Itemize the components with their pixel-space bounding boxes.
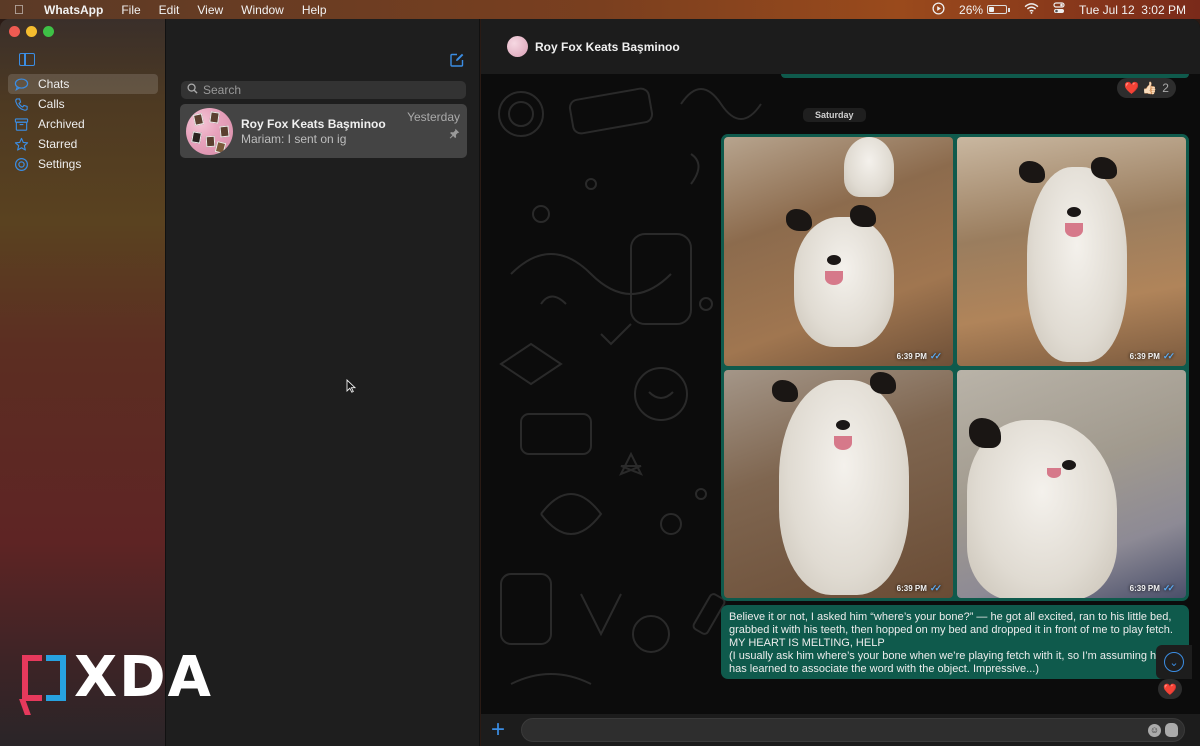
clock-datetime[interactable]: Tue Jul 12 3:02 PM xyxy=(1079,3,1186,17)
pin-icon xyxy=(407,128,460,142)
read-receipt-icon: ✓✓ xyxy=(929,350,942,361)
sidebar-item-label: Archived xyxy=(38,117,85,131)
menu-edit[interactable]: Edit xyxy=(159,3,180,17)
photo-thumbnail[interactable]: 6:39 PM ✓✓ xyxy=(724,137,953,366)
outgoing-message-bubble[interactable]: Believe it or not, I asked him “where’s … xyxy=(721,605,1189,679)
play-circle-icon[interactable] xyxy=(932,1,945,18)
photo-timestamp: 6:39 PM ✓✓ xyxy=(1129,583,1175,593)
message-text-continued: (I usually ask him where’s your bone whe… xyxy=(729,650,1163,675)
xda-watermark: XDA xyxy=(22,650,213,706)
chat-timestamp: Yesterday xyxy=(407,110,460,124)
photo-thumbnail[interactable]: 6:39 PM ✓✓ xyxy=(957,137,1186,366)
message-reactions[interactable]: ❤️ 👍🏻 2 xyxy=(1117,78,1176,98)
sidebar-item-starred[interactable]: Starred xyxy=(8,134,158,154)
read-receipt-icon: ✓✓ xyxy=(1162,583,1175,593)
sidebar-toggle-icon[interactable] xyxy=(19,53,35,66)
photo-album-message[interactable]: 6:39 PM ✓✓ 6:39 PM ✓✓ 6:39 PM ✓✓ 6:39 PM… xyxy=(721,134,1189,601)
wifi-icon[interactable] xyxy=(1024,2,1039,17)
emoji-icon[interactable]: ☺ xyxy=(1148,723,1161,737)
menu-file[interactable]: File xyxy=(121,3,140,17)
minimize-window-button[interactable] xyxy=(26,26,37,37)
xda-logo-text: XDA xyxy=(74,645,213,710)
close-window-button[interactable] xyxy=(9,26,20,37)
sidebar-item-calls[interactable]: Calls xyxy=(8,94,158,114)
conversation-header[interactable]: Roy Fox Keats Başminoo xyxy=(481,19,1200,74)
menu-help[interactable]: Help xyxy=(302,3,327,17)
photo-timestamp: 6:39 PM ✓✓ xyxy=(896,350,942,361)
conversation-panel: Roy Fox Keats Başminoo ❤️ 👍🏻 2 Saturday … xyxy=(481,19,1200,746)
scroll-to-bottom-button[interactable]: ⌄ xyxy=(1156,645,1192,679)
search-icon xyxy=(187,83,198,97)
reaction-count: 2 xyxy=(1162,81,1169,95)
chat-list-item[interactable]: Roy Fox Keats Başminoo Mariam: I sent on… xyxy=(180,104,467,158)
settings-icon xyxy=(13,156,29,172)
read-receipt-icon: ✓✓ xyxy=(929,583,942,593)
zoom-window-button[interactable] xyxy=(43,26,54,37)
sidebar-item-chats[interactable]: Chats xyxy=(8,74,158,94)
window-controls xyxy=(9,26,54,37)
sidebar-item-label: Calls xyxy=(38,97,65,111)
new-chat-compose-icon[interactable] xyxy=(450,53,464,67)
sidebar: Chats Calls Archived Starred Settings xyxy=(0,19,166,746)
message-composer: + ☺ xyxy=(481,714,1200,746)
phone-icon xyxy=(13,96,29,112)
conversation-avatar[interactable] xyxy=(507,36,528,57)
search-input[interactable] xyxy=(203,83,453,97)
photo-timestamp: 6:39 PM ✓✓ xyxy=(1129,350,1175,361)
chat-list-panel: Roy Fox Keats Başminoo Mariam: I sent on… xyxy=(166,19,480,746)
menu-window[interactable]: Window xyxy=(241,3,284,17)
star-icon xyxy=(13,136,29,152)
chat-avatar xyxy=(186,107,233,155)
message-input-field[interactable]: ☺ xyxy=(521,718,1185,742)
battery-icon xyxy=(987,5,1008,14)
chat-bubbles-icon xyxy=(13,76,29,92)
message-input[interactable] xyxy=(534,723,1144,737)
sidebar-item-label: Settings xyxy=(38,157,82,171)
message-text: Believe it or not, I asked him “where’s … xyxy=(729,611,1173,649)
conversation-title[interactable]: Roy Fox Keats Başminoo xyxy=(535,40,680,54)
apple-logo-icon[interactable]:  xyxy=(14,2,30,17)
sidebar-item-archived[interactable]: Archived xyxy=(8,114,158,134)
reaction-emojis: ❤️ 👍🏻 xyxy=(1124,81,1158,95)
menu-bar:  WhatsApp File Edit View Window Help 26… xyxy=(0,0,1200,19)
sidebar-item-settings[interactable]: Settings xyxy=(8,154,158,174)
photo-thumbnail[interactable]: 6:39 PM ✓✓ xyxy=(724,369,953,598)
mouse-cursor-icon xyxy=(346,379,356,393)
read-receipt-icon: ✓✓ xyxy=(1162,350,1175,361)
battery-status[interactable]: 26% xyxy=(959,2,1011,17)
whatsapp-window: Chats Calls Archived Starred Settings XD… xyxy=(0,19,1200,746)
battery-percent: 26% xyxy=(959,2,984,17)
sticker-icon[interactable] xyxy=(1165,723,1178,737)
control-center-icon[interactable] xyxy=(1053,2,1065,17)
xda-logo-icon xyxy=(22,655,66,701)
attach-plus-button[interactable]: + xyxy=(491,718,511,742)
sidebar-item-label: Starred xyxy=(38,137,78,151)
archive-box-icon xyxy=(13,116,29,132)
date-divider: Saturday xyxy=(803,108,866,122)
menu-app-name[interactable]: WhatsApp xyxy=(44,3,103,17)
photo-timestamp: 6:39 PM ✓✓ xyxy=(896,583,942,593)
photo-thumbnail[interactable]: 6:39 PM ✓✓ xyxy=(957,369,1186,598)
chevron-down-icon: ⌄ xyxy=(1164,652,1184,672)
search-field[interactable] xyxy=(181,81,466,99)
menu-view[interactable]: View xyxy=(197,3,223,17)
sidebar-item-label: Chats xyxy=(38,77,70,91)
message-reaction[interactable]: ❤️ xyxy=(1158,679,1182,699)
sidebar-nav: Chats Calls Archived Starred Settings xyxy=(8,74,158,174)
